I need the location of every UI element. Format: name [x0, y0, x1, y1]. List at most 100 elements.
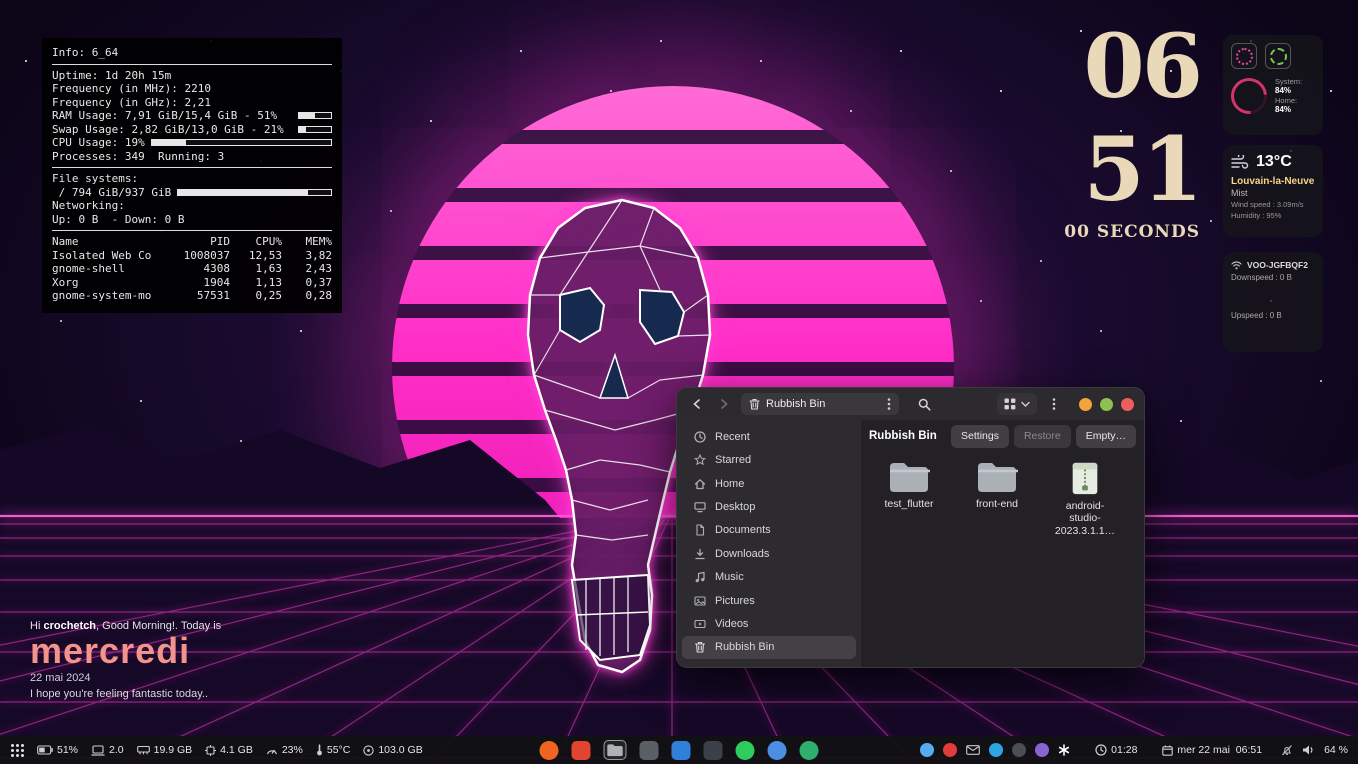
star-icon	[694, 454, 706, 466]
file-grid: test_flutter front-end	[861, 452, 1144, 545]
clock-hour: 06	[1020, 26, 1200, 107]
menu-button[interactable]	[1044, 394, 1064, 414]
volume-level[interactable]: 64 %	[1324, 744, 1348, 756]
conky-freq-ghz: Frequency (in GHz): 2,21	[52, 96, 332, 110]
conky-net: Up: 0 B - Down: 0 B	[52, 213, 332, 227]
taskbar: 51% 2.0 19.9 GB 4.1 GB 23% 55°C	[0, 736, 1358, 764]
wifi-icon	[1231, 261, 1242, 270]
conky-uptime: Uptime: 1d 20h 15m	[52, 69, 332, 83]
dock-app-gray-icon[interactable]	[640, 741, 659, 760]
conky-processes: Processes: 349 Running: 3	[52, 150, 332, 164]
tray-indicator-icon[interactable]	[1035, 743, 1049, 757]
sidebar-item-music[interactable]: Music	[682, 565, 856, 588]
restore-button[interactable]: Restore	[1014, 425, 1071, 448]
file-item-front-end[interactable]: front-end	[961, 460, 1033, 510]
files-icon	[607, 743, 624, 757]
settings-button[interactable]: Settings	[951, 425, 1009, 448]
greeting-message: I hope you're feeling fantastic today..	[30, 688, 221, 700]
wifi-ssid: VOO-JGFBQF2	[1247, 260, 1308, 270]
home-icon	[694, 478, 706, 490]
sidebar-item-home[interactable]: Home	[682, 472, 856, 495]
dock-files-icon-active[interactable]	[604, 740, 627, 760]
wind-icon	[1231, 155, 1249, 169]
app-launcher-button[interactable]	[10, 743, 25, 758]
close-button[interactable]	[1121, 398, 1134, 411]
empty-trash-button[interactable]: Empty…	[1076, 425, 1136, 448]
sidebar-item-downloads[interactable]: Downloads	[682, 542, 856, 565]
kebab-menu-icon[interactable]	[887, 397, 891, 411]
date-text: 22 mai 2024	[30, 672, 221, 684]
view-toggle[interactable]	[997, 393, 1037, 415]
system-label: System:	[1275, 77, 1302, 86]
notifications-muted-icon[interactable]	[1281, 744, 1293, 756]
chip-icon	[205, 745, 216, 756]
memory-icon	[137, 745, 150, 755]
forward-button[interactable]	[714, 394, 734, 414]
mini-clock[interactable]: 01:28	[1095, 744, 1137, 756]
sidebar-item-documents[interactable]: Documents	[682, 519, 856, 542]
trash-icon	[749, 398, 760, 410]
system-gauges-widget: System: 84% Home: 84%	[1223, 35, 1323, 135]
sidebar-item-videos[interactable]: Videos	[682, 612, 856, 635]
dock-app-red-icon[interactable]	[572, 741, 591, 760]
table-row: Isolated Web Co	[52, 249, 164, 263]
tray-paw-icon[interactable]	[1058, 744, 1070, 756]
dock-chromium-icon[interactable]	[768, 741, 787, 760]
memory-stat: 19.9 GB	[137, 744, 193, 756]
cpu-stat: 23%	[266, 744, 303, 756]
battery-icon	[37, 745, 53, 755]
tray-camera-icon[interactable]	[1012, 743, 1026, 757]
gauge-icon	[266, 745, 278, 755]
tray-red-app-icon[interactable]	[943, 743, 957, 757]
sidebar: Recent Starred Home Desktop Documents	[677, 420, 861, 667]
archive-icon	[1070, 460, 1100, 496]
back-button[interactable]	[687, 394, 707, 414]
dock-whatsapp-icon[interactable]	[736, 741, 755, 760]
search-button[interactable]	[914, 394, 934, 414]
weather-widget: 13°C Louvain-la-Neuve Mist Wind speed : …	[1223, 145, 1323, 237]
system-value: 84%	[1275, 86, 1302, 96]
recent-icon	[694, 431, 706, 443]
laptop-icon	[91, 745, 105, 756]
sidebar-item-desktop[interactable]: Desktop	[682, 495, 856, 518]
file-item-test-flutter[interactable]: test_flutter	[873, 460, 945, 510]
minimize-button[interactable]	[1079, 398, 1092, 411]
dock-vscode-icon[interactable]	[672, 741, 691, 760]
tray-mail-icon[interactable]	[966, 745, 980, 755]
downloads-icon	[694, 548, 706, 560]
cpu-ring-icon	[1231, 43, 1257, 69]
divider	[52, 64, 332, 65]
dock-app-dark-icon[interactable]	[704, 741, 723, 760]
datetime-indicator[interactable]: mer 22 mai 06:51	[1162, 744, 1262, 756]
fs-bar	[177, 189, 332, 196]
conky-net-title: Networking:	[52, 199, 332, 213]
conky-ram: RAM Usage: 7,91 GiB/15,4 GiB - 51%	[52, 109, 332, 123]
ram-bar	[298, 112, 332, 119]
dock-firefox-icon[interactable]	[540, 741, 559, 760]
conky-freq-mhz: Frequency (in MHz): 2210	[52, 82, 332, 96]
conky-fs-title: File systems:	[52, 172, 332, 186]
folder-icon	[888, 460, 930, 494]
volume-icon[interactable]	[1302, 744, 1315, 756]
folder-icon	[976, 460, 1018, 494]
sidebar-item-pictures[interactable]: Pictures	[682, 589, 856, 612]
conky-swap: Swap Usage: 2,82 GiB/13,0 GiB - 21%	[52, 123, 332, 137]
upspeed: Upspeed : 0 B	[1231, 311, 1315, 320]
tray-telegram-icon[interactable]	[989, 743, 1003, 757]
sidebar-item-starred[interactable]: Starred	[682, 448, 856, 471]
sidebar-item-rubbish-bin[interactable]: Rubbish Bin	[682, 636, 856, 659]
clock-widget: 06 51 00 SECONDS	[1020, 26, 1200, 242]
sidebar-item-recent[interactable]: Recent	[682, 425, 856, 448]
dock-app-green-icon[interactable]	[800, 741, 819, 760]
cpu-bar	[151, 139, 332, 146]
conky-fs: / 794 GiB/937 GiB	[52, 186, 332, 200]
maximize-button[interactable]	[1100, 398, 1113, 411]
system-tray: 01:28 mer 22 mai 06:51 64 %	[920, 743, 1348, 757]
conky-process-table: NamePIDCPU%MEM% Isolated Web Co100803712…	[52, 235, 332, 303]
file-item-android-studio-archive[interactable]: android-studio-2023.3.1.1…	[1049, 460, 1121, 537]
path-bar[interactable]: Rubbish Bin	[741, 393, 899, 415]
documents-icon	[694, 524, 706, 536]
trash-title: Rubbish Bin	[869, 430, 937, 442]
tray-twitter-icon[interactable]	[920, 743, 934, 757]
greeting-widget: Hi crochetch, Good Morning!. Today is me…	[30, 620, 221, 700]
